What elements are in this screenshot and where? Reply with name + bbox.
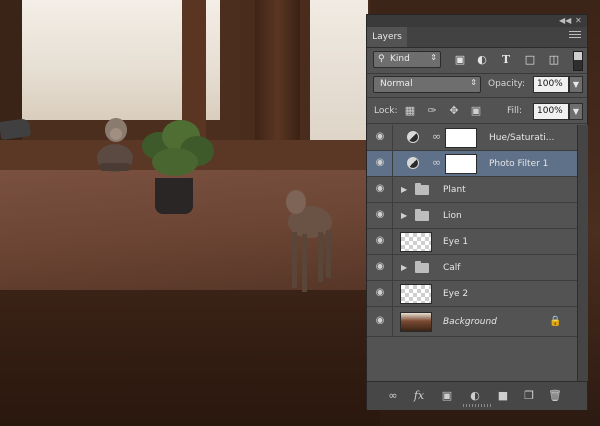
collapse-icon[interactable]: ◀◀ — [559, 16, 571, 25]
layer-name: Background — [443, 317, 497, 327]
tab-layers[interactable]: Layers — [367, 27, 407, 47]
mask-link-icon[interactable]: ∞ — [432, 156, 441, 169]
layers-panel: ◀◀ ✕ Layers ⚲ Kind ⇕ ▣ ◐ T □ ◫ Normal ⇕ … — [366, 14, 588, 410]
new-group-icon[interactable]: ■ — [495, 390, 511, 402]
opacity-input[interactable]: 100% — [533, 76, 569, 93]
layer-name: Calf — [443, 263, 461, 273]
adjustment-layer-icon — [407, 157, 419, 169]
layer-row-eye-2[interactable]: ◉ Eye 2 — [367, 281, 577, 307]
panel-tab-row: Layers — [367, 27, 587, 48]
window-pane — [206, 0, 220, 120]
lock-move-icon[interactable]: ✥ — [447, 104, 461, 118]
filter-toggle[interactable] — [573, 51, 583, 71]
new-adjustment-icon[interactable]: ◐ — [467, 390, 483, 402]
layers-list: ◉ ∞ Hue/Saturati... ◉ ∞ Photo Filter 1 ◉… — [367, 125, 577, 381]
add-mask-icon[interactable]: ▣ — [439, 390, 455, 402]
blend-mode-select[interactable]: Normal ⇕ — [373, 76, 481, 93]
layer-thumbnail[interactable] — [400, 284, 432, 304]
adjustment-layer-icon — [407, 131, 419, 143]
filter-kind-label: Kind — [390, 54, 410, 64]
visibility-eye-icon[interactable]: ◉ — [373, 210, 387, 220]
fill-input[interactable]: 100% — [533, 103, 569, 120]
expand-arrow-icon[interactable]: ▶ — [401, 185, 407, 194]
visibility-eye-icon[interactable]: ◉ — [373, 288, 387, 298]
blend-mode-value: Normal — [380, 79, 413, 89]
layer-row-lion[interactable]: ◉ ▶ Lion — [367, 203, 577, 229]
panel-titlebar[interactable]: ◀◀ ✕ — [367, 15, 587, 27]
type-filter-icon[interactable]: T — [499, 53, 513, 67]
visibility-eye-icon[interactable]: ◉ — [373, 132, 387, 142]
sill-front — [0, 290, 380, 426]
lock-brush-icon[interactable]: ✑ — [425, 104, 439, 118]
visibility-eye-icon[interactable]: ◉ — [373, 184, 387, 194]
visibility-eye-icon[interactable]: ◉ — [373, 158, 387, 168]
lock-icon: 🔒 — [549, 316, 562, 327]
window-pane — [22, 0, 182, 120]
plant-pot — [155, 178, 193, 214]
panel-menu-icon[interactable] — [569, 31, 581, 41]
link-layers-icon[interactable]: ∞ — [385, 390, 401, 402]
search-icon: ⚲ — [378, 54, 385, 64]
calf-figurine — [286, 190, 332, 292]
delete-layer-icon[interactable]: 🗑 — [547, 390, 563, 402]
visibility-eye-icon[interactable]: ◉ — [373, 316, 387, 326]
updown-arrow-icon: ⇕ — [470, 78, 477, 87]
divider — [367, 97, 587, 98]
layer-thumbnail[interactable] — [400, 232, 432, 252]
new-layer-icon[interactable]: ❐ — [521, 390, 537, 402]
adjustment-filter-icon[interactable]: ◐ — [475, 53, 489, 67]
layer-name: Hue/Saturati... — [489, 133, 555, 143]
lock-transparent-icon[interactable]: ▦ — [403, 104, 417, 118]
updown-arrow-icon: ⇕ — [430, 53, 437, 62]
layer-mask-thumbnail[interactable] — [445, 128, 477, 148]
shape-filter-icon[interactable]: □ — [523, 53, 537, 67]
mask-link-icon[interactable]: ∞ — [432, 130, 441, 143]
image-filter-icon[interactable]: ▣ — [453, 53, 467, 67]
folder-icon — [415, 209, 429, 221]
layer-mask-thumbnail[interactable] — [445, 154, 477, 174]
visibility-eye-icon[interactable]: ◉ — [373, 236, 387, 246]
layer-row-plant[interactable]: ◉ ▶ Plant — [367, 177, 577, 203]
lock-row: Lock: ▦ ✑ ✥ ▣ Fill: 100% ▼ — [367, 99, 587, 123]
expand-arrow-icon[interactable]: ▶ — [401, 263, 407, 272]
divider — [367, 123, 587, 124]
layer-row-calf[interactable]: ◉ ▶ Calf — [367, 255, 577, 281]
visibility-eye-icon[interactable]: ◉ — [373, 262, 387, 272]
filter-row: ⚲ Kind ⇕ ▣ ◐ T □ ◫ — [367, 47, 587, 73]
close-icon[interactable]: ✕ — [575, 16, 582, 25]
layers-scrollbar[interactable] — [577, 125, 588, 381]
expand-arrow-icon[interactable]: ▶ — [401, 211, 407, 220]
fill-label: Fill: — [507, 106, 523, 116]
folder-icon — [415, 261, 429, 273]
layers-footer: ∞ fx ▣ ◐ ■ ❐ 🗑 — [367, 381, 587, 410]
blend-row: Normal ⇕ Opacity: 100% ▼ — [367, 73, 587, 97]
window-pane — [310, 0, 368, 150]
layer-row-eye-1[interactable]: ◉ Eye 1 — [367, 229, 577, 255]
layer-name: Plant — [443, 185, 466, 195]
opacity-label: Opacity: — [488, 79, 525, 89]
fill-dropdown-arrow[interactable]: ▼ — [569, 103, 583, 120]
resize-grip[interactable] — [463, 404, 493, 407]
layer-row-photo-filter[interactable]: ◉ ∞ Photo Filter 1 — [367, 151, 577, 177]
lock-all-icon[interactable]: ▣ — [469, 104, 483, 118]
layer-name: Photo Filter 1 — [489, 159, 549, 169]
layer-row-background[interactable]: ◉ Background 🔒 — [367, 307, 577, 337]
layer-name: Eye 2 — [443, 289, 469, 299]
layer-row-hue-saturation[interactable]: ◉ ∞ Hue/Saturati... — [367, 125, 577, 151]
layer-name: Lion — [443, 211, 462, 221]
smart-object-filter-icon[interactable]: ◫ — [547, 53, 561, 67]
layer-thumbnail[interactable] — [400, 312, 432, 332]
folder-icon — [415, 183, 429, 195]
opacity-dropdown-arrow[interactable]: ▼ — [569, 76, 583, 93]
filter-kind-select[interactable]: ⚲ Kind ⇕ — [373, 51, 441, 68]
fx-icon[interactable]: fx — [411, 390, 427, 402]
layer-name: Eye 1 — [443, 237, 469, 247]
lock-label: Lock: — [374, 106, 398, 116]
